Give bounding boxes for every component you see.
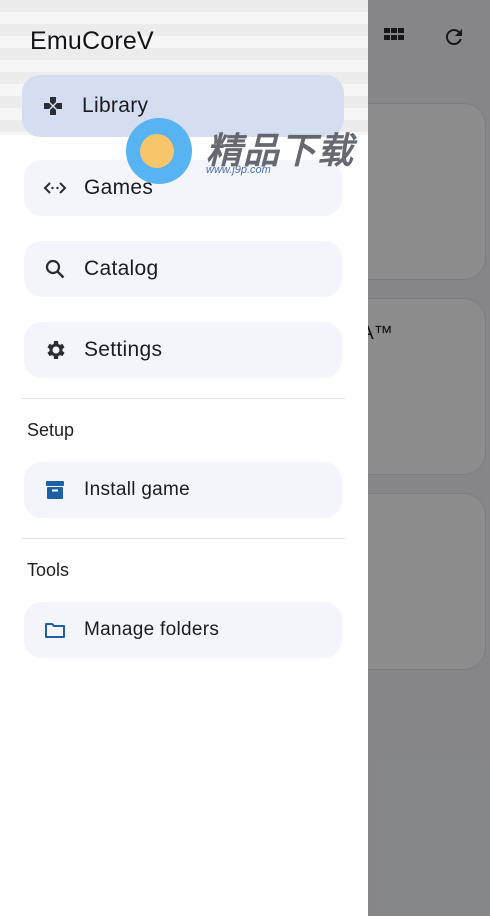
nav-label: Install game	[84, 479, 191, 500]
section-title-tools: Tools	[27, 560, 70, 580]
folder-icon	[42, 617, 68, 643]
watermark-url: www.j9p.com	[206, 164, 271, 176]
watermark-logo	[126, 118, 192, 184]
app-title: EmuCoreV	[30, 27, 154, 55]
nav-label: Settings	[84, 338, 163, 361]
divider	[22, 538, 345, 539]
watermark: 精品下载 www.j9p.com	[126, 118, 356, 184]
gear-icon	[42, 337, 68, 363]
section-title-setup: Setup	[27, 420, 75, 440]
search-icon	[42, 256, 68, 282]
nav-label: Catalog	[84, 257, 159, 280]
gamepad-icon	[40, 93, 66, 119]
code-arrows-icon	[42, 175, 68, 201]
nav-item-install-game[interactable]: Install game	[24, 462, 342, 518]
nav-label: Library	[82, 94, 149, 117]
nav-item-settings[interactable]: Settings	[24, 322, 342, 378]
nav-item-catalog[interactable]: Catalog	[24, 241, 342, 297]
nav-label: Manage folders	[84, 619, 220, 640]
archive-box-icon	[42, 477, 68, 503]
divider	[22, 398, 345, 399]
nav-item-manage-folders[interactable]: Manage folders	[24, 602, 342, 658]
navigation-drawer: EmuCoreV Library Games Catalog Settings …	[0, 0, 368, 916]
